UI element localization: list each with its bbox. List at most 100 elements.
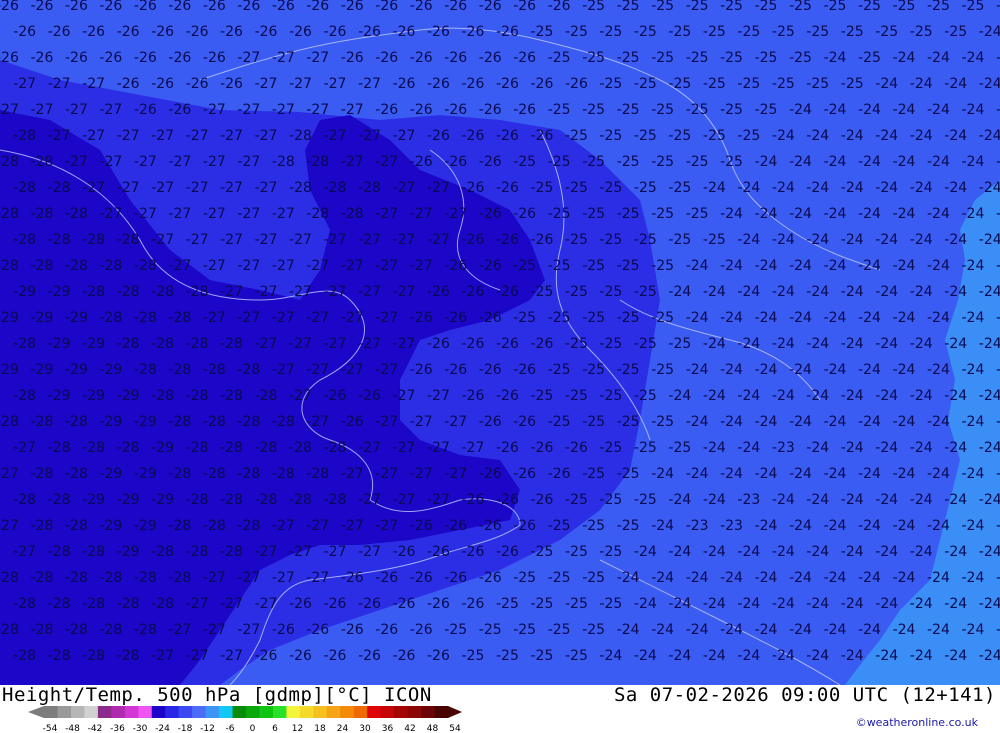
contour-label: -25 [513, 310, 536, 326]
contour-label: -26 [65, 50, 88, 66]
contour-label: -25 [737, 24, 760, 40]
legend-tick-label: -36 [110, 724, 125, 733]
contour-label: -24 [841, 596, 864, 612]
contour-label: -26 [117, 76, 140, 92]
contour-label: -27 [31, 102, 54, 118]
contour-label: -24 [686, 258, 709, 274]
contour-label: -28 [117, 648, 140, 664]
contour-label: -26 [151, 24, 174, 40]
contour-label: -27 [375, 362, 398, 378]
contour-label: -24 [824, 466, 847, 482]
contour-label: -26 [513, 50, 536, 66]
contour-label: -25 [651, 258, 674, 274]
contour-label: -28 [203, 414, 226, 430]
contour-label: -27 [255, 336, 278, 352]
contour-label: -24 [962, 206, 985, 222]
contour-label: -27 [306, 50, 329, 66]
contour-label: -28 [99, 570, 122, 586]
legend-swatch [286, 706, 301, 718]
contour-label: -24 [841, 180, 864, 196]
contour-label: -24 [772, 544, 795, 560]
contour-label: -26 [393, 76, 416, 92]
contour-label: -29 [0, 310, 19, 326]
contour-label: -29 [48, 336, 71, 352]
contour-label: -29 [99, 414, 122, 430]
legend-swatch [434, 706, 449, 718]
contour-label: -24 [875, 388, 898, 404]
contour-label: -27 [306, 414, 329, 430]
contour-label: -24 [944, 440, 967, 456]
contour-label: -27 [203, 622, 226, 638]
contour-label: -27 [393, 388, 416, 404]
contour-label: -27 [134, 154, 157, 170]
contour-label: -26 [496, 388, 519, 404]
contour-label: -24 [755, 622, 778, 638]
contour-label: -24 [841, 544, 864, 560]
contour-label: -25 [789, 50, 812, 66]
contour-label: -27 [306, 518, 329, 534]
contour-label: -28 [48, 544, 71, 560]
contour-label: -24 [789, 310, 812, 326]
contour-label: -25 [582, 622, 605, 638]
contour-label: -26 [531, 128, 554, 144]
legend-tick-label: 12 [292, 724, 303, 733]
contour-label: -26 [375, 50, 398, 66]
contour-label: -24 [737, 284, 760, 300]
contour-label: -28 [324, 440, 347, 456]
contour-label: -25 [651, 102, 674, 118]
contour-label: -25 [944, 24, 967, 40]
contour-label: -27 [306, 102, 329, 118]
contour-label: -26 [462, 284, 485, 300]
contour-label: -27 [272, 102, 295, 118]
contour-label: -26 [0, 0, 19, 14]
contour-label: -29 [151, 492, 174, 508]
contour-label: -24 [703, 388, 726, 404]
contour-label: -24 [772, 388, 795, 404]
contour-label: -25 [531, 544, 554, 560]
contour-label: -28 [48, 232, 71, 248]
contour-label: -24 [910, 128, 933, 144]
contour-label: -26 [168, 50, 191, 66]
contour-label: -25 [513, 258, 536, 274]
contour-label: -24 [893, 362, 916, 378]
contour-label: -25 [720, 50, 743, 66]
contour-label: -29 [82, 336, 105, 352]
contour-label: -24 [944, 492, 967, 508]
contour-label: -25 [565, 24, 588, 40]
contour-label: -27 [427, 492, 450, 508]
contour-label: -28 [255, 388, 278, 404]
contour-label: -24 [720, 466, 743, 482]
contour-label: -25 [720, 154, 743, 170]
contour-label: -26 [134, 0, 157, 14]
contour-label: -25 [582, 362, 605, 378]
contour-label: -27 [237, 622, 260, 638]
legend-tick-label: -18 [178, 724, 193, 733]
contour-label: -25 [548, 622, 571, 638]
contour-label: -25 [565, 128, 588, 144]
legend-swatch [192, 706, 207, 718]
contour-label: -28 [289, 180, 312, 196]
contour-label: -24 [910, 648, 933, 664]
contour-label: -24 [755, 258, 778, 274]
contour-label: -24 [910, 180, 933, 196]
contour-label: -24 [858, 570, 881, 586]
contour-label: -27 [168, 622, 191, 638]
legend-swatch [151, 706, 166, 718]
contour-label: -24 [668, 544, 691, 560]
contour-label: -24 [737, 336, 760, 352]
contour-label: -24 [927, 414, 950, 430]
contour-label: -24 [893, 310, 916, 326]
contour-label: -24 [979, 492, 1000, 508]
contour-label: -28 [65, 466, 88, 482]
contour-label: -27 [13, 440, 36, 456]
contour-label: -29 [82, 492, 105, 508]
contour-label: -24 [806, 596, 829, 612]
credit-link[interactable]: ©weatheronline.co.uk [856, 716, 978, 729]
contour-label: -26 [496, 232, 519, 248]
contour-label: -27 [168, 154, 191, 170]
contour-label: -25 [617, 310, 640, 326]
contour-label: -25 [599, 232, 622, 248]
contour-label: -27 [358, 544, 381, 560]
contour-label: -25 [651, 414, 674, 430]
contour-label: -27 [0, 102, 19, 118]
